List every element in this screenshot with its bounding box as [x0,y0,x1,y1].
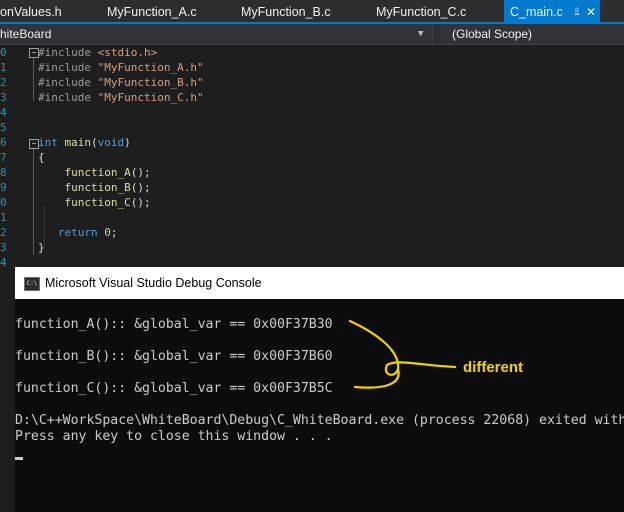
tab-myfunction-c-c[interactable]: MyFunction_C.c [376,0,466,24]
code-token: int [38,136,65,149]
code-token: } [38,241,45,254]
fold-guide [33,149,34,255]
line-number: 1 [0,61,7,74]
fold-guide [33,58,34,101]
code-editor[interactable]: 012345678901234 − − #include <stdio.h> #i… [0,45,624,269]
navigation-bar: hiteBoard ▼ (Global Scope) [0,24,624,45]
project-dropdown[interactable]: hiteBoard ▼ [0,24,433,44]
line-number: 9 [0,181,7,194]
chevron-down-icon[interactable]: ▼ [418,24,423,44]
line-number: 3 [0,241,7,254]
code-token: ; [110,226,118,239]
line-number: 0 [0,46,7,59]
code-token: #include [38,46,98,59]
code-line: #include "MyFunction_B.h" [38,75,204,90]
annotation-stroke [348,319,457,389]
line-number: 7 [0,151,7,164]
code-line: return 0; [38,225,118,240]
pin-icon[interactable]: ⫫ [574,0,580,24]
code-token: #include [38,91,98,104]
code-token: ( [91,136,98,149]
code-token: { [38,151,45,164]
tab-label: C_main.c [510,5,563,19]
tab-myfunction-b-c[interactable]: MyFunction_B.c [241,0,331,24]
line-number: 4 [0,106,7,119]
code-token: #include [38,76,98,89]
close-icon[interactable]: ✕ [586,0,596,24]
line-number: 4 [0,256,7,269]
code-token: #include [38,61,98,74]
scope-dropdown[interactable]: (Global Scope) [440,24,624,44]
code-token: function_C [38,196,131,209]
code-token: "MyFunction_B.h" [97,76,204,89]
tab-label: MyFunction_A.c [107,5,197,19]
line-number: 2 [0,226,7,239]
line-number: 2 [0,76,7,89]
code-token: function_A [38,166,131,179]
code-line: function_C(); [38,195,151,210]
code-token: function_B [38,181,131,194]
tab-myfunction-a-c[interactable]: MyFunction_A.c [107,0,197,24]
code-line: #include "MyFunction_A.h" [38,60,204,75]
line-number: 6 [0,136,7,149]
code-line: #include "MyFunction_C.h" [38,90,204,105]
code-token: return [38,226,105,239]
code-token: (); [130,196,151,209]
tab-label: MyFunction_C.c [376,5,467,19]
line-number: 3 [0,91,7,104]
code-token: ) [124,136,131,149]
code-token: "MyFunction_A.h" [97,61,204,74]
code-token: 0 [104,226,111,239]
code-line: } [38,240,45,255]
code-token: void [97,136,125,149]
document-tab-bar: onValues.h MyFunction_A.c MyFunction_B.c… [0,0,624,24]
code-line: int main(void) [38,135,131,150]
line-number: 0 [0,196,7,209]
code-token: (); [130,181,151,194]
line-number: 1 [0,211,7,224]
scope-dropdown-value: (Global Scope) [452,27,533,41]
tab-label: onValues.h [0,5,62,19]
code-token: (); [130,166,151,179]
code-line: { [38,150,45,165]
code-token: main [64,136,92,149]
line-number: 5 [0,121,7,134]
code-token: <stdio.h> [97,46,158,59]
code-token: "MyFunction_C.h" [97,91,204,104]
tab-label: MyFunction_B.c [241,5,331,19]
line-number: 8 [0,166,7,179]
code-line: #include <stdio.h> [38,45,157,60]
code-line: function_A(); [38,165,151,180]
code-line: function_B(); [38,180,151,195]
debug-console-window: C:\ Microsoft Visual Studio Debug Consol… [15,267,624,512]
annotation-bracket [348,319,457,389]
project-dropdown-value: hiteBoard [0,27,52,41]
annotation-label: different [463,359,523,376]
tab-onvalues-h[interactable]: onValues.h [0,0,62,24]
tab-c-main-c[interactable]: C_main.c ⫫ ✕ [504,0,600,24]
